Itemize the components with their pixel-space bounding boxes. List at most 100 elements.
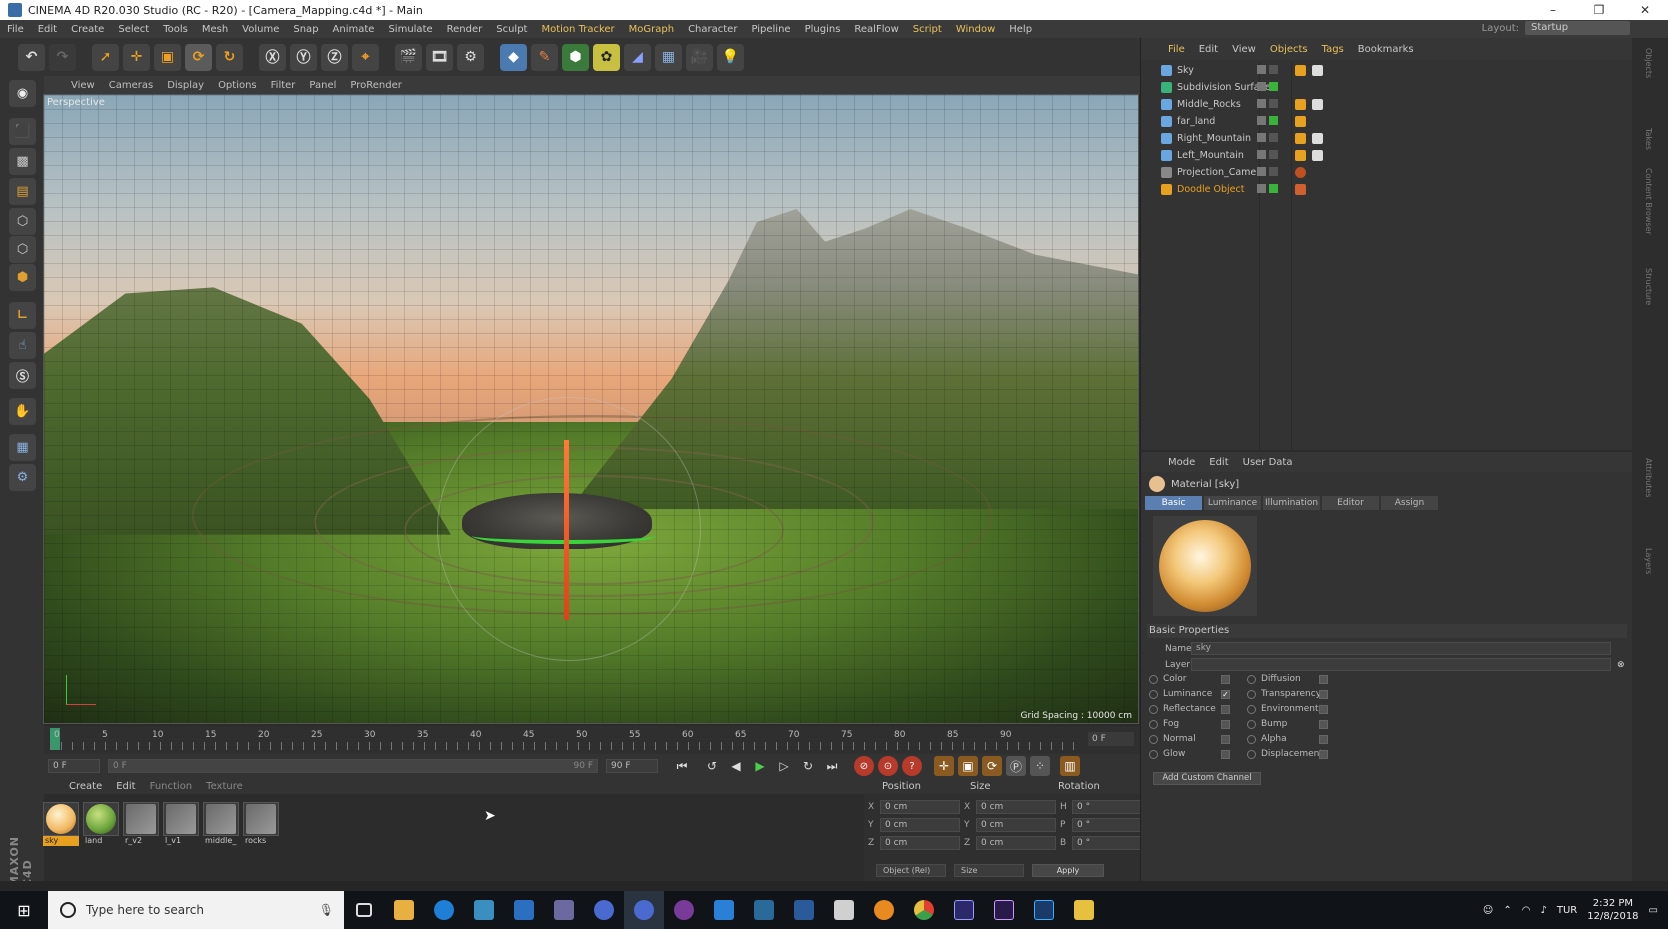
menu-mograph[interactable]: MoGraph	[622, 24, 681, 35]
channel-checkbox[interactable]	[1319, 704, 1328, 714]
key-parameter-icon[interactable]: Ⓟ	[1006, 756, 1026, 776]
menu-create[interactable]: Create	[64, 24, 111, 35]
cinema4d-taskbar-icon[interactable]	[624, 891, 664, 929]
tab-basic[interactable]: Basic	[1145, 496, 1202, 510]
channel-checkbox[interactable]	[1221, 719, 1230, 729]
go-to-start-icon[interactable]: ⏮	[672, 756, 692, 776]
recent-tool-icon[interactable]: ↻	[216, 43, 243, 71]
channel-checkbox[interactable]	[1319, 674, 1328, 684]
keyframe-selection-icon[interactable]: ?	[902, 756, 922, 776]
subdivision-icon[interactable]: ⬢	[562, 43, 589, 71]
floor-icon[interactable]: ▦	[655, 43, 682, 71]
coordinate-mode-dropdown[interactable]: Object (Rel)	[876, 864, 946, 877]
material-swatch[interactable]: sky	[43, 802, 79, 850]
model-mode-icon[interactable]: ⬛	[9, 118, 36, 145]
attributes-menu-user-data[interactable]: User Data	[1236, 457, 1300, 468]
channel-radio[interactable]	[1247, 689, 1256, 699]
make-editable-icon[interactable]: ◉	[9, 80, 36, 107]
object-tags[interactable]	[1295, 99, 1323, 110]
material-swatch[interactable]: rocks	[243, 802, 279, 850]
render-picture-viewer-icon[interactable]: 🎞	[426, 43, 453, 71]
people-icon[interactable]: ☺	[1483, 905, 1493, 916]
channel-radio[interactable]	[1247, 674, 1256, 684]
channel-normal[interactable]: Normal	[1149, 734, 1230, 744]
object-tags[interactable]	[1295, 65, 1323, 76]
key-position-icon[interactable]: ✛	[934, 756, 954, 776]
premiere-icon[interactable]	[984, 891, 1024, 929]
add-custom-channel-button[interactable]: Add Custom Channel	[1153, 772, 1261, 785]
taskbar-app-icon[interactable]	[704, 891, 744, 929]
snap-icon[interactable]: Ⓢ	[9, 362, 36, 389]
move-icon[interactable]: ✛	[123, 43, 150, 71]
objects-menu-objects[interactable]: Objects	[1263, 44, 1315, 55]
camera-icon[interactable]: 🎥	[686, 43, 713, 71]
x-axis-icon[interactable]: Ⓧ	[259, 43, 286, 71]
key-scale-icon[interactable]: ▣	[958, 756, 978, 776]
enable-axis-icon[interactable]: ∟	[9, 302, 36, 329]
mograph-cloner-icon[interactable]: ✿	[593, 43, 620, 71]
layer-field[interactable]	[1191, 658, 1611, 671]
object-row[interactable]: Doodle Object	[1141, 181, 1633, 198]
render-settings-icon[interactable]: ⚙	[457, 43, 484, 71]
taskbar-app-icon[interactable]	[664, 891, 704, 929]
channel-radio[interactable]	[1247, 704, 1256, 714]
objects-menu-edit[interactable]: Edit	[1192, 44, 1225, 55]
object-row[interactable]: Right_Mountain	[1141, 130, 1633, 147]
taskbar-app-icon[interactable]	[784, 891, 824, 929]
object-row[interactable]: Projection_Camera	[1141, 164, 1633, 181]
scheme-settings-icon[interactable]: ▥	[1060, 756, 1080, 776]
position-x-field[interactable]: 0 cm	[880, 800, 960, 814]
objects-menu-file[interactable]: File	[1161, 44, 1192, 55]
next-frame-icon[interactable]: ▷	[774, 756, 794, 776]
objects-menu-view[interactable]: View	[1225, 44, 1263, 55]
photoshop-icon[interactable]	[1024, 891, 1064, 929]
close-button[interactable]: ✕	[1622, 0, 1668, 20]
layout-dropdown[interactable]: Startup	[1525, 21, 1630, 35]
timeline-end-frame[interactable]: 0 F	[1088, 732, 1134, 746]
name-field[interactable]: sky	[1191, 642, 1611, 655]
tweak-icon[interactable]: ☝	[9, 332, 36, 359]
menu-window[interactable]: Window	[949, 24, 1002, 35]
file-explorer-icon[interactable]	[1064, 891, 1104, 929]
taskbar-app-icon[interactable]	[464, 891, 504, 929]
material-swatch[interactable]: middle_	[203, 802, 239, 850]
size-x-field[interactable]: 0 cm	[976, 800, 1056, 814]
network-icon[interactable]: ◠	[1522, 905, 1531, 916]
rotate-icon[interactable]: ⟳	[185, 43, 212, 71]
menu-pipeline[interactable]: Pipeline	[744, 24, 797, 35]
channel-checkbox[interactable]	[1221, 734, 1230, 744]
channel-color[interactable]: Color	[1149, 674, 1230, 684]
timeline[interactable]: 0 5 10 15 20 25 30 35 40 45 50 55 60 65 …	[44, 726, 1140, 754]
show-hidden-icons-icon[interactable]: ⌃	[1503, 905, 1511, 916]
tab-illumination[interactable]: Illumination	[1263, 496, 1320, 510]
windows-start-icon[interactable]: ⊞	[0, 891, 48, 929]
rotation-gizmo-red-axis[interactable]	[564, 440, 569, 620]
menu-character[interactable]: Character	[681, 24, 744, 35]
material-menu-create[interactable]: Create	[62, 781, 109, 792]
material-swatch[interactable]: l_v1	[163, 802, 199, 850]
material-preview-large[interactable]	[1153, 516, 1257, 616]
record-active-objects-icon[interactable]: ⊘	[854, 756, 874, 776]
volume-icon[interactable]: ♪	[1540, 905, 1546, 916]
visibility-flags[interactable]	[1257, 132, 1285, 145]
go-to-previous-key-icon[interactable]: ↺	[702, 756, 722, 776]
menu-edit[interactable]: Edit	[31, 24, 64, 35]
key-rotation-icon[interactable]: ⟳	[982, 756, 1002, 776]
channel-checkbox[interactable]	[1319, 734, 1328, 744]
menu-sculpt[interactable]: Sculpt	[489, 24, 534, 35]
viewport-menu-view[interactable]: View	[64, 80, 102, 91]
workplane-icon[interactable]: ▤	[9, 178, 36, 205]
channel-radio[interactable]	[1247, 749, 1256, 759]
size-z-field[interactable]: 0 cm	[976, 836, 1056, 850]
viewport-menu-prorender[interactable]: ProRender	[343, 80, 408, 91]
channel-radio[interactable]	[1149, 674, 1158, 684]
channel-radio[interactable]	[1149, 719, 1158, 729]
chrome-icon[interactable]	[904, 891, 944, 929]
material-menu-edit[interactable]: Edit	[109, 781, 142, 792]
content-browser-side-tab[interactable]: Content Browser	[1644, 168, 1653, 235]
locked-workplane-icon[interactable]: ✋	[9, 398, 36, 425]
menu-select[interactable]: Select	[111, 24, 156, 35]
visibility-flags[interactable]	[1257, 166, 1285, 179]
channel-radio[interactable]	[1149, 749, 1158, 759]
cube-icon[interactable]: ◆	[500, 43, 527, 71]
